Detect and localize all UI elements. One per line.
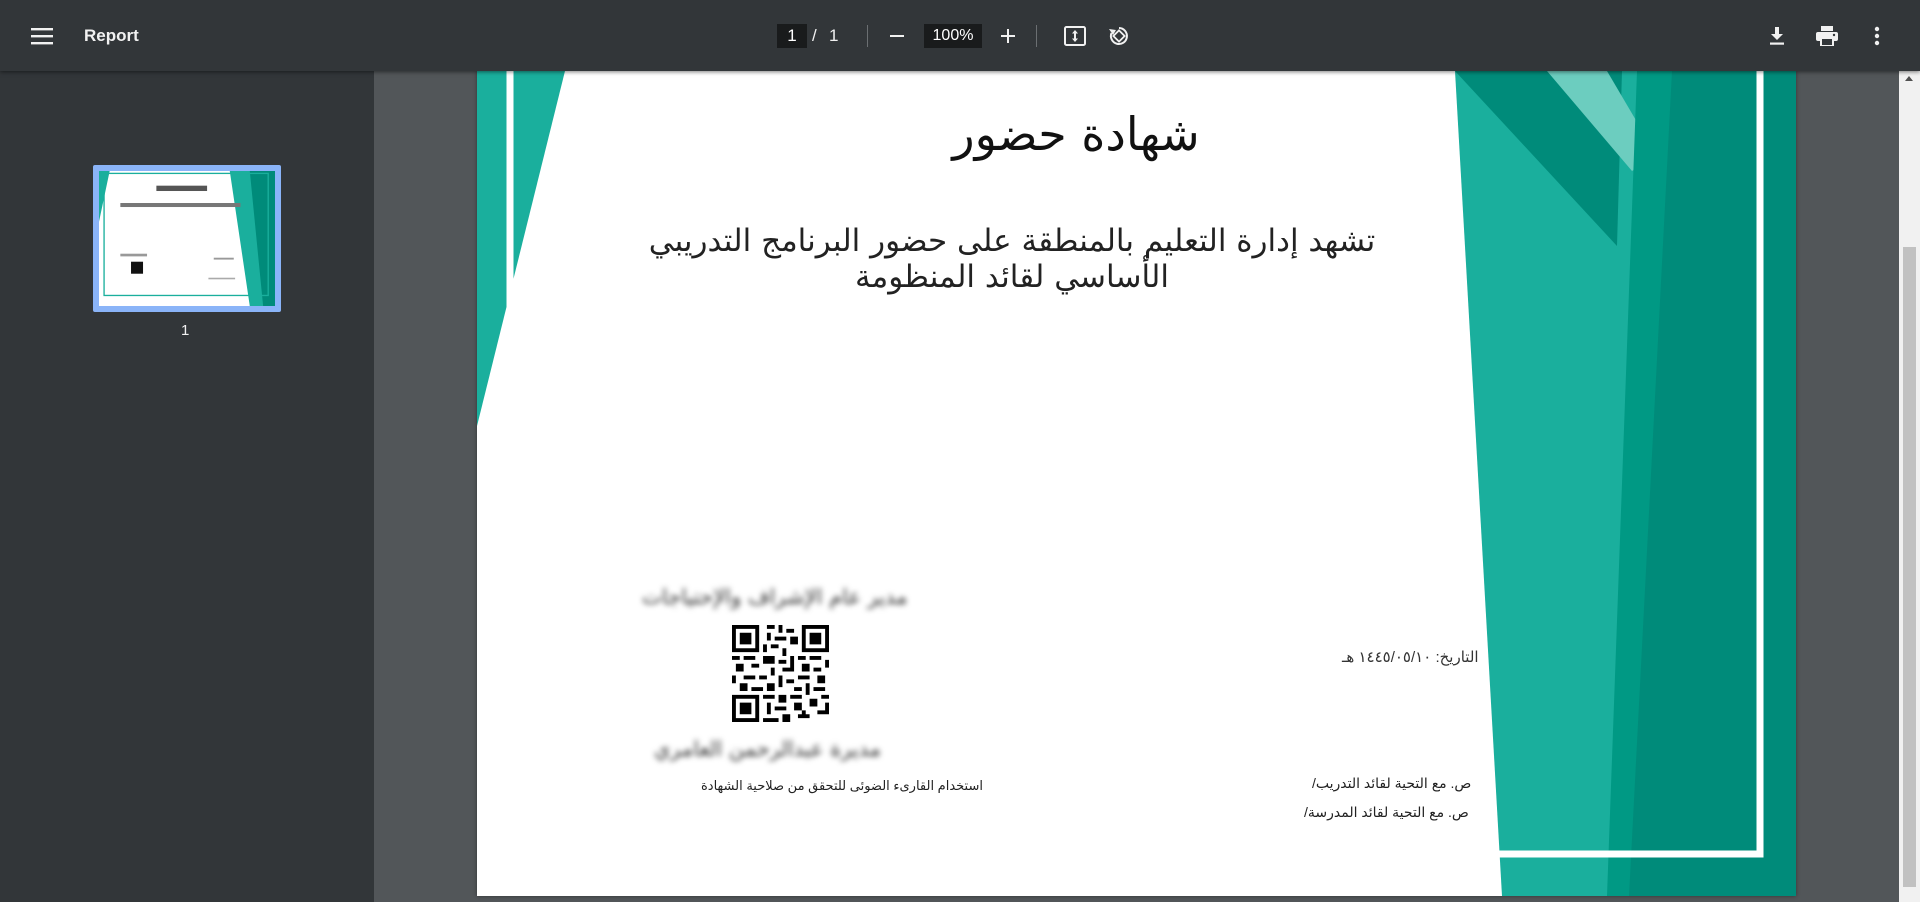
certificate-title: شهادة حضور	[952, 107, 1200, 161]
toolbar-divider	[867, 25, 868, 47]
signature-date: التاريخ: ١٤٤٥/٠٥/١٠ هـ	[1342, 649, 1481, 666]
qr-code	[732, 625, 829, 722]
scrollbar-thumb[interactable]	[1903, 247, 1916, 887]
qr-caption: استخدام القارىء الضوئى للتحقق من صلاحية …	[701, 778, 983, 793]
total-pages: 1	[829, 26, 839, 45]
toolbar-divider	[1036, 25, 1037, 47]
rotate-icon[interactable]	[1099, 16, 1139, 56]
pdf-page: شهادة حضور تشهد إدارة التعليم بالمنطقة ع…	[477, 71, 1796, 896]
zoom-in-icon[interactable]	[988, 16, 1028, 56]
menu-icon[interactable]	[22, 16, 62, 56]
thumbnail-page-number: 1	[181, 322, 190, 339]
certificate-body-text: تشهد إدارة التعليم بالمنطقة على حضور الب…	[648, 223, 1377, 295]
fit-page-icon[interactable]	[1055, 16, 1095, 56]
cc-school-leader: ص. مع التحية لقائد المدرسة/	[1304, 804, 1469, 820]
page-thumbnail[interactable]	[93, 165, 281, 312]
page-number-input[interactable]: 1	[777, 24, 807, 48]
thumbnail-sidebar: 1	[0, 71, 374, 902]
cc-training-leader: ص. مع التحية لقائد التدريب/	[1312, 775, 1472, 791]
manager-name: مديرة عبدالرحمن العامري	[654, 737, 881, 761]
zoom-level-input[interactable]: 100%	[924, 24, 982, 48]
print-icon[interactable]	[1807, 16, 1847, 56]
document-title: Report	[84, 26, 139, 45]
manager-label: مدير عام الإشراف والإحتياجات	[642, 585, 908, 609]
thumbnail-image	[99, 171, 275, 306]
pdf-toolbar: Report 1 / 1 100%	[0, 0, 1920, 71]
more-vert-icon[interactable]	[1857, 16, 1897, 56]
download-icon[interactable]	[1757, 16, 1797, 56]
page-separator: /	[812, 26, 817, 45]
scroll-up-arrow-icon[interactable]	[1905, 76, 1913, 81]
zoom-out-icon[interactable]	[877, 16, 917, 56]
vertical-scrollbar[interactable]	[1899, 71, 1920, 902]
certificate-decoration	[477, 71, 1796, 896]
